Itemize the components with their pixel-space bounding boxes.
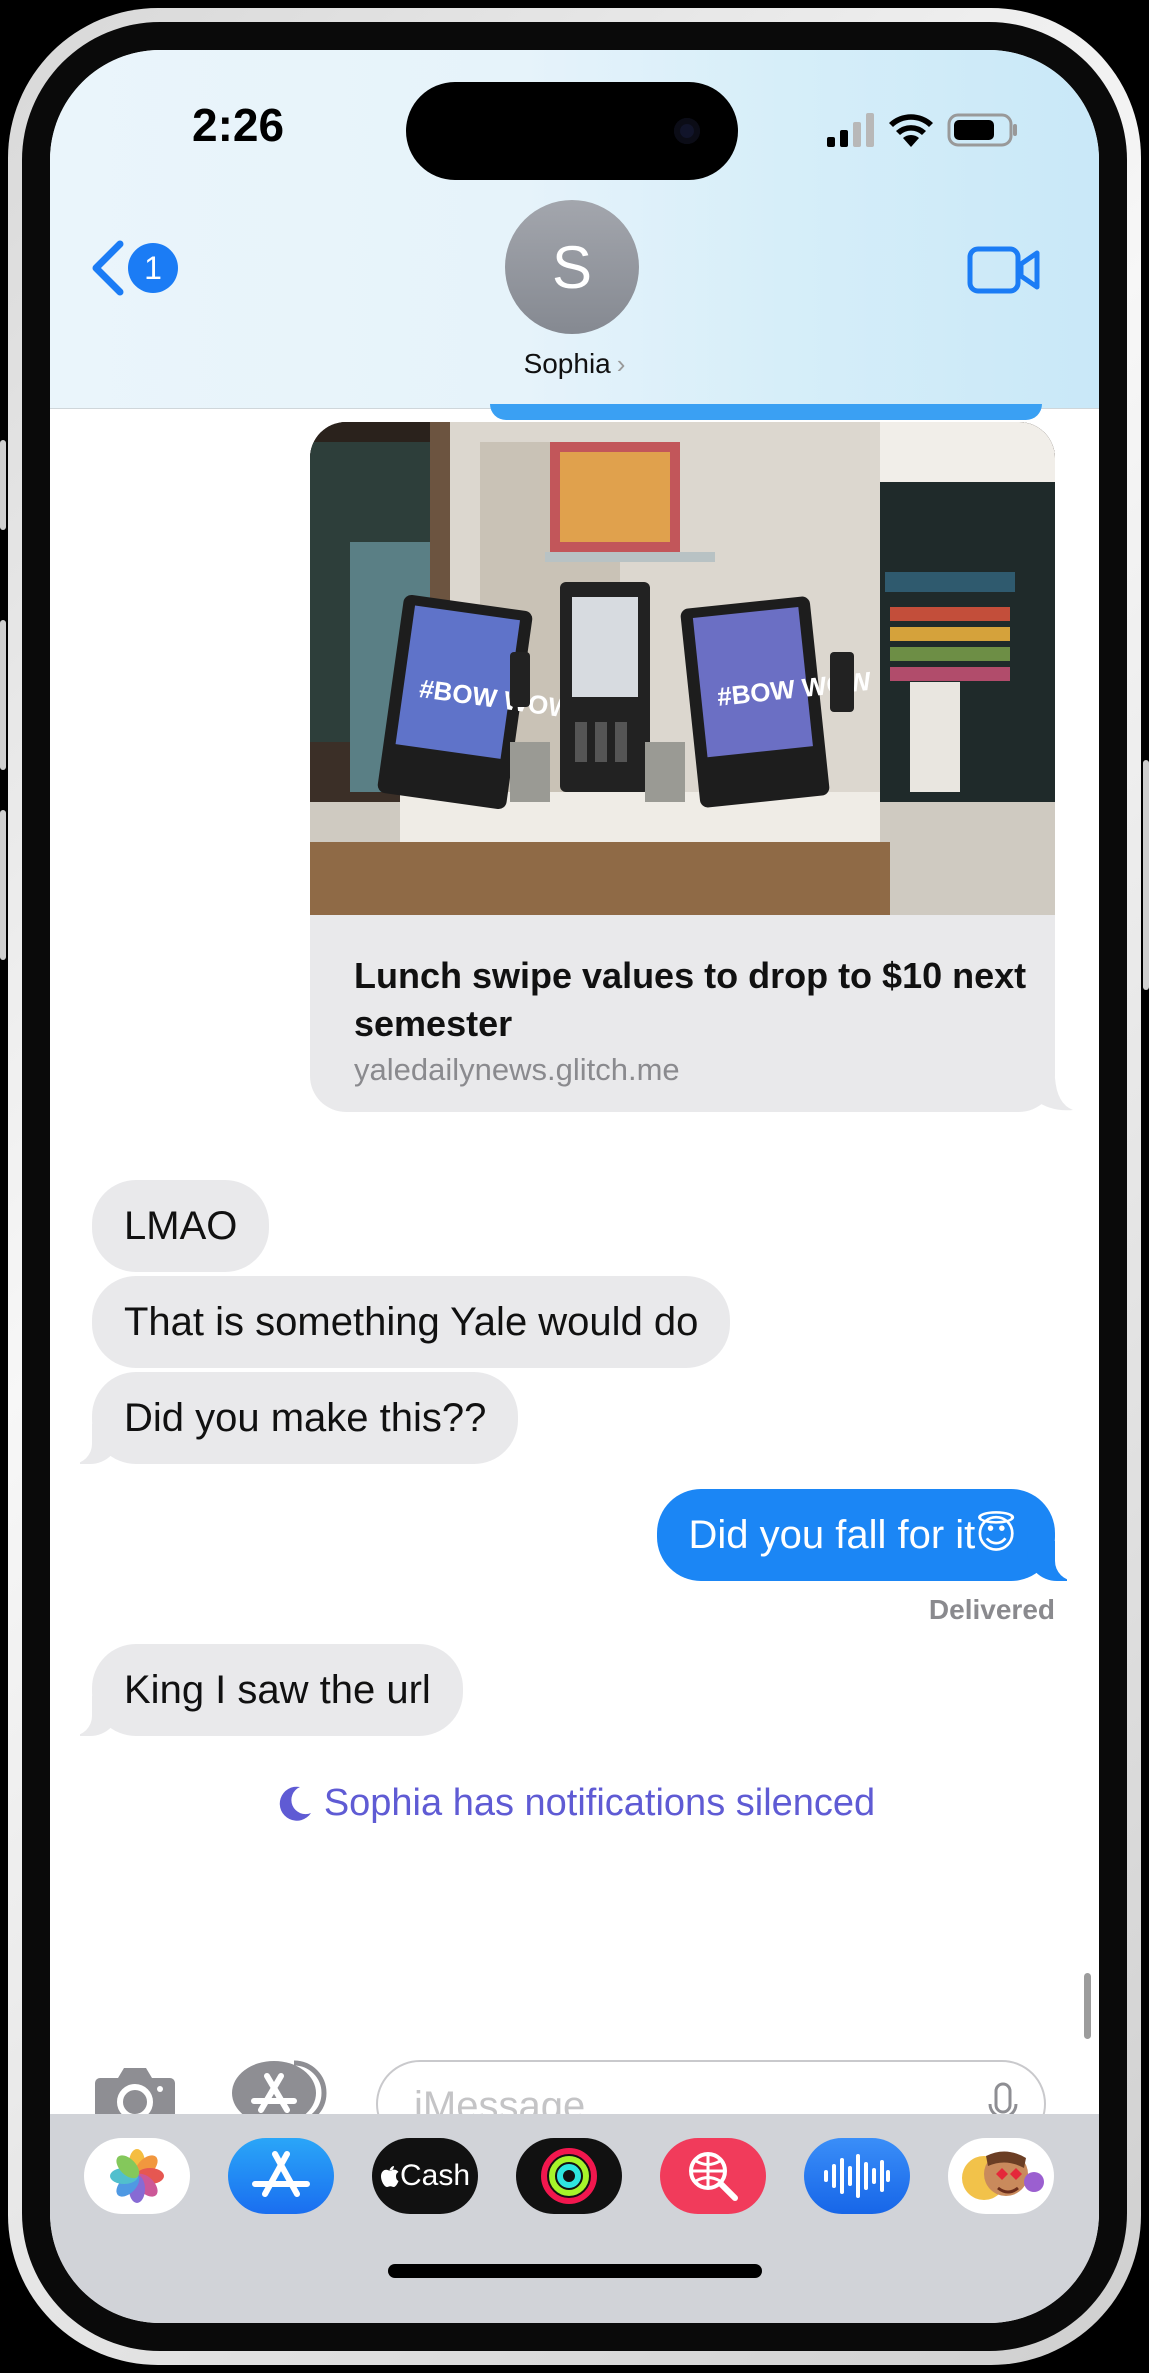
message-bubble-outgoing[interactable]: Did you fall for it😇 — [656, 1489, 1082, 1581]
photos-icon — [110, 2149, 164, 2203]
dynamic-island — [406, 82, 738, 180]
app-store-logo-icon — [252, 2151, 310, 2197]
conversation-header: 2:26 1 S Sophia › — [50, 50, 1099, 409]
globe-search-icon — [689, 2152, 738, 2201]
apple-cash-app[interactable]: Cash — [372, 2138, 478, 2214]
link-card-tail — [1035, 1078, 1073, 1111]
volume-up-button — [0, 620, 6, 770]
video-camera-icon — [967, 246, 1040, 294]
activity-rings-icon — [541, 2148, 597, 2204]
message-text: King I saw the url — [124, 1668, 431, 1712]
message-text: LMAO — [124, 1204, 238, 1248]
action-button — [0, 440, 6, 530]
screen: 2:26 1 S Sophia › #BOW WOW #BOW WOW Lunc… — [50, 50, 1099, 2323]
waveform-icon — [824, 2154, 890, 2198]
innocent-face-emoji: 😇 — [975, 1513, 1017, 1557]
status-icons — [827, 110, 1019, 150]
message-bubble-incoming[interactable]: LMAO — [92, 1180, 270, 1272]
apple-cash-label: Cash — [399, 2159, 471, 2192]
memoji-app[interactable] — [948, 2138, 1054, 2214]
message-bubble-incoming[interactable]: Did you make this?? — [65, 1372, 519, 1464]
message-bubble-incoming[interactable]: King I saw the url — [66, 1644, 463, 1736]
front-camera — [674, 118, 700, 144]
app-store-app[interactable] — [228, 2138, 334, 2214]
chevron-right-icon: › — [616, 349, 626, 379]
link-preview-image: #BOW WOW #BOW WOW — [310, 422, 1055, 915]
notice-text: Sophia has notifications silenced — [323, 1782, 876, 1824]
previous-message-edge — [490, 404, 1042, 420]
status-time: 2:26 — [192, 99, 285, 151]
contact-name: Sophia — [523, 348, 611, 379]
message-bubble-incoming[interactable]: That is something Yale would do — [92, 1276, 731, 1368]
link-preview-card[interactable]: #BOW WOW #BOW WOW Lunch swipe values to … — [310, 422, 1055, 1112]
message-list[interactable]: #BOW WOW #BOW WOW Lunch swipe values to … — [50, 404, 1099, 2108]
volume-down-button — [0, 810, 6, 960]
contact-name-button[interactable]: Sophia › — [50, 348, 1099, 380]
images-search-app[interactable] — [660, 2138, 766, 2214]
audio-message-app[interactable] — [804, 2138, 910, 2214]
apple-logo-icon — [380, 2166, 399, 2187]
link-domain: yaledailynews.glitch.me — [354, 1052, 680, 1087]
contact-avatar[interactable]: S — [505, 200, 639, 334]
wifi-icon — [889, 114, 933, 147]
signal-icon — [827, 113, 874, 147]
unread-badge: 1 — [128, 243, 178, 293]
focus-notice: Sophia has notifications silenced — [50, 1782, 1099, 1825]
battery-icon — [947, 113, 1017, 147]
home-indicator — [388, 2264, 762, 2278]
photos-app[interactable] — [84, 2138, 190, 2214]
fitness-app[interactable] — [516, 2138, 622, 2214]
imessage-app-drawer: Cash — [50, 2114, 1099, 2323]
message-text: That is something Yale would do — [124, 1300, 699, 1344]
link-title: Lunch swipe values to drop to $10 next s… — [354, 955, 1027, 1044]
back-button[interactable]: 1 — [90, 240, 178, 296]
power-button — [1143, 760, 1149, 990]
message-text: Did you fall for it — [688, 1513, 976, 1557]
chevron-left-icon — [92, 240, 124, 296]
delivery-status: Delivered — [928, 1594, 1055, 1625]
memoji-icon — [962, 2151, 1044, 2200]
message-text: Did you make this?? — [124, 1396, 487, 1440]
facetime-video-button[interactable] — [967, 244, 1041, 301]
moon-icon — [279, 1786, 311, 1821]
